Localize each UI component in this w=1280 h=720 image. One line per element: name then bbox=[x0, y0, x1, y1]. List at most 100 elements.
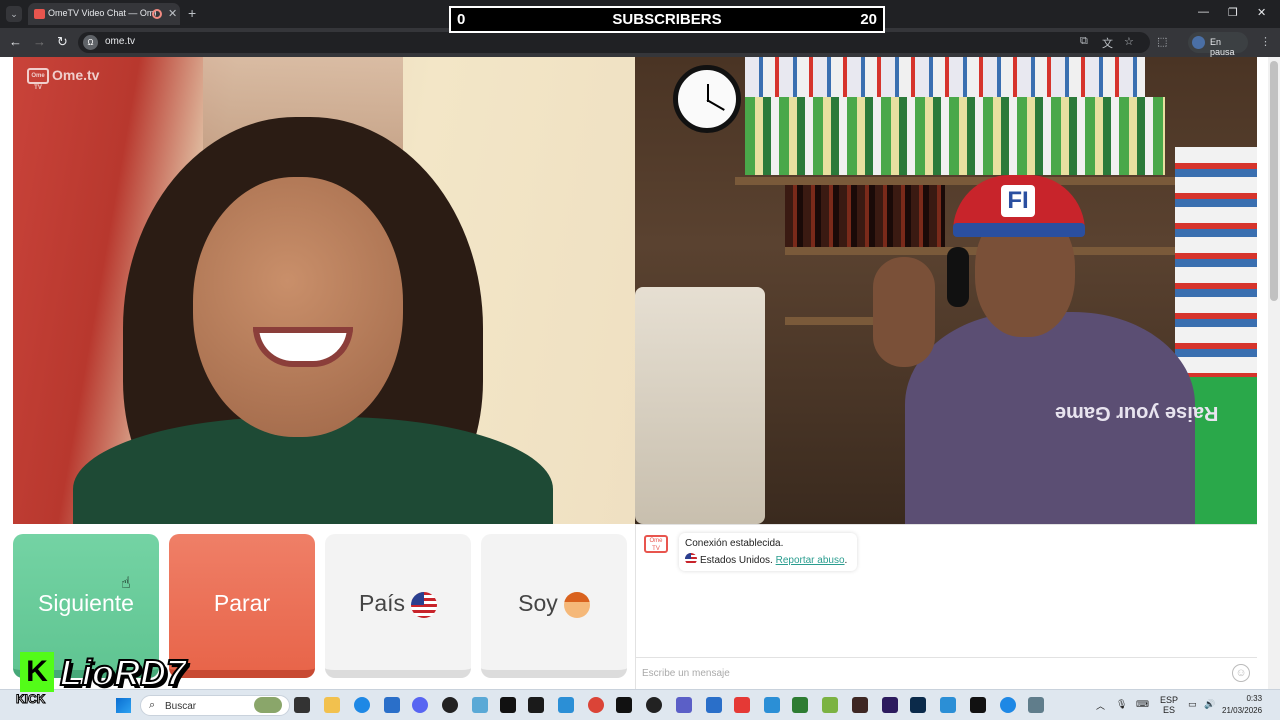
clock-minute-hand bbox=[706, 99, 725, 111]
tiktok-icon[interactable] bbox=[616, 697, 632, 713]
language-indicator[interactable]: ESP ES bbox=[1160, 695, 1178, 715]
capcut-icon[interactable] bbox=[970, 697, 986, 713]
teams-icon[interactable] bbox=[676, 697, 692, 713]
reload-icon[interactable]: ↻ bbox=[57, 34, 68, 50]
ometv-watermark: Ome TVOme.tv bbox=[27, 67, 100, 91]
premiere-icon[interactable] bbox=[882, 697, 898, 713]
site-info-icon[interactable]: Ω bbox=[83, 35, 98, 50]
address-url[interactable]: ome.tv bbox=[105, 36, 135, 47]
network-icon[interactable]: ▭ bbox=[1188, 699, 1197, 710]
us-flag-icon bbox=[411, 591, 438, 618]
app-icon[interactable] bbox=[734, 697, 750, 713]
app-icon[interactable] bbox=[1028, 697, 1044, 713]
forward-icon[interactable]: → bbox=[33, 34, 46, 49]
country-button[interactable]: País bbox=[325, 534, 471, 678]
ometv-watermark-text: Ome.tv bbox=[52, 67, 100, 83]
edge-icon[interactable] bbox=[354, 697, 370, 713]
stop-button-label: Parar bbox=[213, 590, 271, 616]
kick-logo-icon: K bbox=[20, 652, 54, 692]
extensions-icon[interactable]: ⬚ bbox=[1157, 35, 1167, 48]
stop-button[interactable]: Parar bbox=[169, 534, 315, 678]
menu-kebab-icon[interactable]: ⋮ bbox=[1260, 35, 1271, 48]
kick-wordmark: KICK bbox=[15, 692, 46, 707]
report-suffix: . bbox=[844, 555, 848, 566]
gender-button-label: Soy bbox=[518, 590, 558, 616]
windows-start-icon[interactable] bbox=[116, 698, 131, 713]
system-clock[interactable]: 0:33 21/03/2026 bbox=[1222, 693, 1262, 717]
maximize-icon[interactable]: ❐ bbox=[1228, 6, 1238, 19]
wall-clock bbox=[673, 65, 741, 133]
report-abuse-link[interactable]: Reportar abuso bbox=[776, 555, 845, 566]
recording-icon bbox=[152, 9, 162, 19]
subscriber-goal-overlay: 0 SUBSCRIBERS 20 bbox=[449, 6, 885, 33]
stranger-country: Estados Unidos. bbox=[700, 555, 773, 566]
clock-time: 0:33 bbox=[1246, 694, 1263, 703]
store-icon[interactable] bbox=[384, 697, 400, 713]
clock-date: 21/03/2026 bbox=[1222, 706, 1263, 715]
profile-button[interactable]: En pausa bbox=[1188, 32, 1248, 57]
app-icon[interactable] bbox=[792, 697, 808, 713]
microphone-icon[interactable]: 🎙 bbox=[1116, 699, 1127, 710]
screen: ⌄ OmeTV Video Chat — Ome ✕ + — ❐ ✕ 0 SUB… bbox=[0, 0, 1280, 720]
new-tab-icon[interactable]: + bbox=[188, 5, 196, 21]
ometv-chat-avatar-icon: Ome TV bbox=[644, 535, 668, 553]
emoji-icon[interactable]: ☺ bbox=[1232, 664, 1250, 682]
self-video: FI Raise your Game bbox=[635, 57, 1257, 524]
app-icon[interactable] bbox=[558, 697, 574, 713]
ometv-logo-icon: Ome TV bbox=[27, 68, 49, 91]
profile-status: En pausa bbox=[1210, 37, 1235, 57]
epic-games-icon[interactable] bbox=[500, 697, 516, 713]
bread-display bbox=[635, 287, 765, 524]
discord-icon[interactable] bbox=[412, 697, 428, 713]
volume-icon[interactable]: 🔊 bbox=[1204, 699, 1215, 710]
app-icon[interactable] bbox=[764, 697, 780, 713]
capcut-icon[interactable] bbox=[528, 697, 544, 713]
message-bar: ☺ bbox=[636, 657, 1257, 690]
headset-icon bbox=[947, 247, 969, 307]
gender-button[interactable]: Soy bbox=[481, 534, 627, 678]
bookmark-star-icon[interactable]: ☆ bbox=[1124, 35, 1134, 48]
shelf-bottles bbox=[785, 185, 945, 247]
app-icon[interactable] bbox=[1000, 697, 1016, 713]
system-message: Conexión establecida. Estados Unidos. Re… bbox=[679, 533, 857, 571]
chrome-icon[interactable] bbox=[588, 697, 604, 713]
message-input[interactable] bbox=[642, 663, 1222, 683]
page-scrollbar[interactable] bbox=[1268, 57, 1280, 689]
taskbar-search-placeholder: Buscar bbox=[165, 701, 197, 712]
back-icon[interactable]: ← bbox=[9, 34, 22, 49]
scrollbar-thumb[interactable] bbox=[1270, 61, 1278, 301]
next-button-label: Siguiente bbox=[38, 590, 134, 616]
app-icon[interactable] bbox=[940, 697, 956, 713]
cap-visor bbox=[953, 223, 1085, 237]
app-icon[interactable] bbox=[822, 697, 838, 713]
close-window-icon[interactable]: ✕ bbox=[1257, 6, 1266, 19]
address-bar[interactable]: Ω ome.tv bbox=[78, 32, 1150, 53]
chat-panel: Ome TV Conexión establecida. Estados Uni… bbox=[635, 524, 1257, 690]
cast-icon[interactable]: ⧉ bbox=[1080, 35, 1088, 48]
country-button-label: País bbox=[358, 590, 406, 616]
tray-chevron-icon[interactable]: ︿ bbox=[1096, 699, 1105, 712]
tab-ometv[interactable]: OmeTV Video Chat — Ome ✕ bbox=[28, 3, 180, 25]
gender-button-content: Soy bbox=[481, 590, 627, 618]
translate-icon[interactable]: 文 bbox=[1102, 35, 1113, 51]
tab-close-icon[interactable]: ✕ bbox=[168, 7, 177, 20]
language-top: ESP bbox=[1160, 695, 1179, 705]
minimize-icon[interactable]: — bbox=[1198, 6, 1209, 18]
shelf-goods bbox=[745, 57, 1145, 97]
keyboard-icon[interactable]: ⌨ bbox=[1136, 699, 1149, 710]
stranger-video: Ome TVOme.tv bbox=[13, 57, 635, 524]
app-icon[interactable] bbox=[852, 697, 868, 713]
tab-search-icon[interactable]: ⌄ bbox=[6, 6, 22, 22]
app-icon[interactable] bbox=[706, 697, 722, 713]
app-icon[interactable] bbox=[472, 697, 488, 713]
streamer-hand bbox=[873, 257, 935, 367]
tab-title: OmeTV Video Chat — Ome bbox=[48, 8, 156, 18]
mouse-cursor-icon: ☝ bbox=[121, 575, 131, 592]
photoshop-icon[interactable] bbox=[910, 697, 926, 713]
file-explorer-icon[interactable] bbox=[324, 697, 340, 713]
obs-icon[interactable] bbox=[442, 697, 458, 713]
app-icon[interactable] bbox=[646, 697, 662, 713]
task-view-icon[interactable] bbox=[294, 697, 310, 713]
weather-widget-icon[interactable] bbox=[254, 697, 282, 713]
subscriber-goal: 20 bbox=[860, 11, 877, 28]
